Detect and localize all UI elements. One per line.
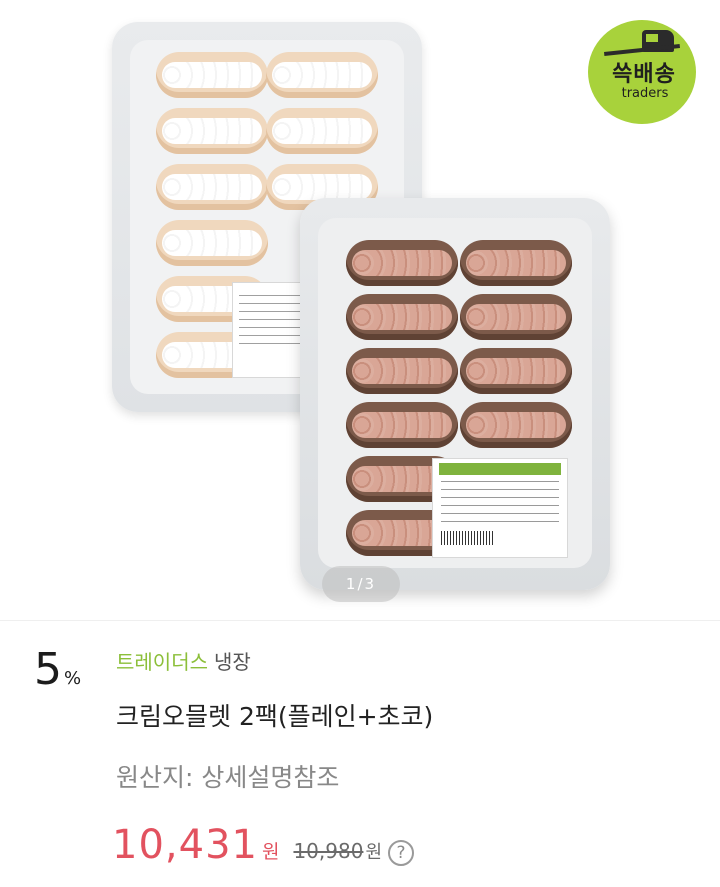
traders-logo: 쓱배송 traders <box>588 20 696 124</box>
plain-cookie <box>266 108 378 154</box>
product-image-gallery[interactable]: 쓱배송 traders 1/3 <box>0 0 720 620</box>
plain-cookie <box>156 52 268 98</box>
sale-price-unit: 원 <box>261 841 280 863</box>
discount-rate: 5% <box>34 648 81 692</box>
plain-cookie <box>156 164 268 210</box>
original-price-unit: 원 <box>365 842 382 863</box>
section-divider <box>0 620 720 621</box>
product-title: 크림오믈렛 2팩(플레인+초코) <box>116 702 434 731</box>
gallery-pager: 1/3 <box>322 566 400 602</box>
front-tray-label <box>432 458 568 558</box>
storage-type: 냉장 <box>214 650 251 674</box>
original-price: 10,980 <box>293 839 364 863</box>
brand-link[interactable]: 트레이더스 <box>116 650 208 674</box>
price-row: 10,431 원 10,980 원 ? <box>112 822 414 872</box>
product-category: 트레이더스 냉장 <box>116 646 251 675</box>
choco-cookie <box>346 348 458 394</box>
logo-korean-text: 쓱배송 <box>612 62 676 87</box>
choco-cookie <box>460 348 572 394</box>
choco-cookie <box>460 294 572 340</box>
logo-latin-text: traders <box>621 86 669 101</box>
help-icon[interactable]: ? <box>388 840 414 866</box>
plain-cookie <box>266 52 378 98</box>
choco-cookie <box>460 240 572 286</box>
plain-cookie <box>156 220 268 266</box>
discount-value: 5 <box>34 644 62 695</box>
sale-price: 10,431 <box>112 822 258 868</box>
choco-cookie <box>346 240 458 286</box>
choco-cookie <box>460 402 572 448</box>
choco-cookie <box>346 402 458 448</box>
plain-cookie <box>156 108 268 154</box>
product-origin: 원산지: 상세설명참조 <box>116 763 340 792</box>
choco-cookie <box>346 294 458 340</box>
discount-unit: % <box>64 668 82 689</box>
